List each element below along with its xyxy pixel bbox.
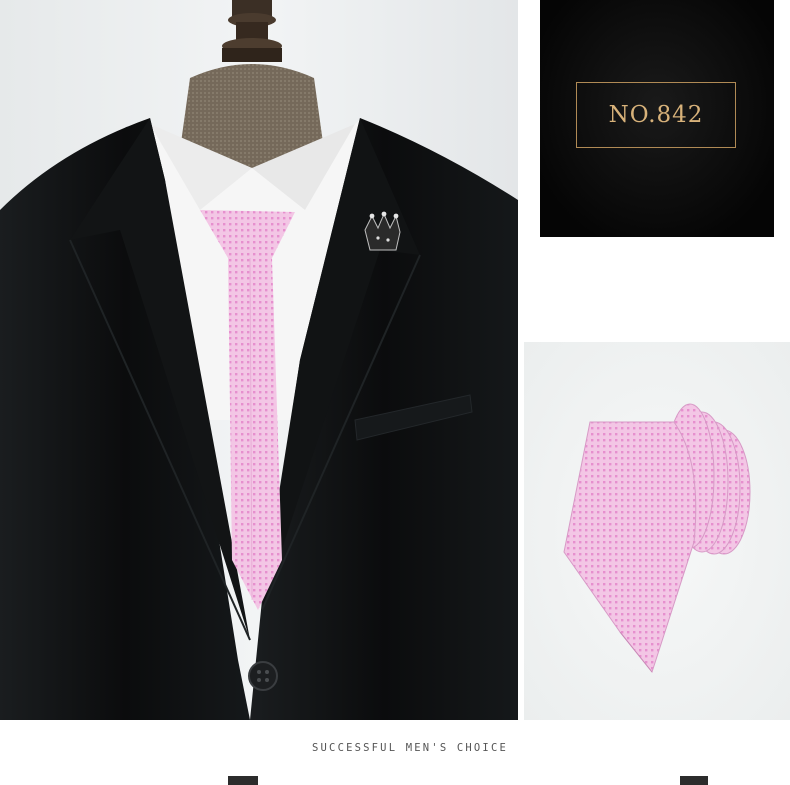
crown-lapel-pin-icon: [364, 211, 401, 251]
bottom-strip-right: [680, 776, 708, 785]
product-number-frame: NO.842: [576, 82, 736, 148]
suit-photo: [0, 0, 518, 720]
suit-button-icon: [248, 661, 278, 691]
product-number: NO.842: [608, 102, 704, 128]
bottom-strip-left: [228, 776, 258, 785]
rolled-tie: [563, 421, 697, 674]
mannequin-stand: [222, 0, 282, 62]
rolled-tie-illustration: [563, 403, 751, 674]
product-number-card: NO.842: [540, 0, 774, 237]
rolled-tie-photo: [524, 342, 790, 720]
suit-illustration: [0, 0, 518, 720]
tagline: SUCCESSFUL MEN'S CHOICE: [312, 742, 508, 754]
